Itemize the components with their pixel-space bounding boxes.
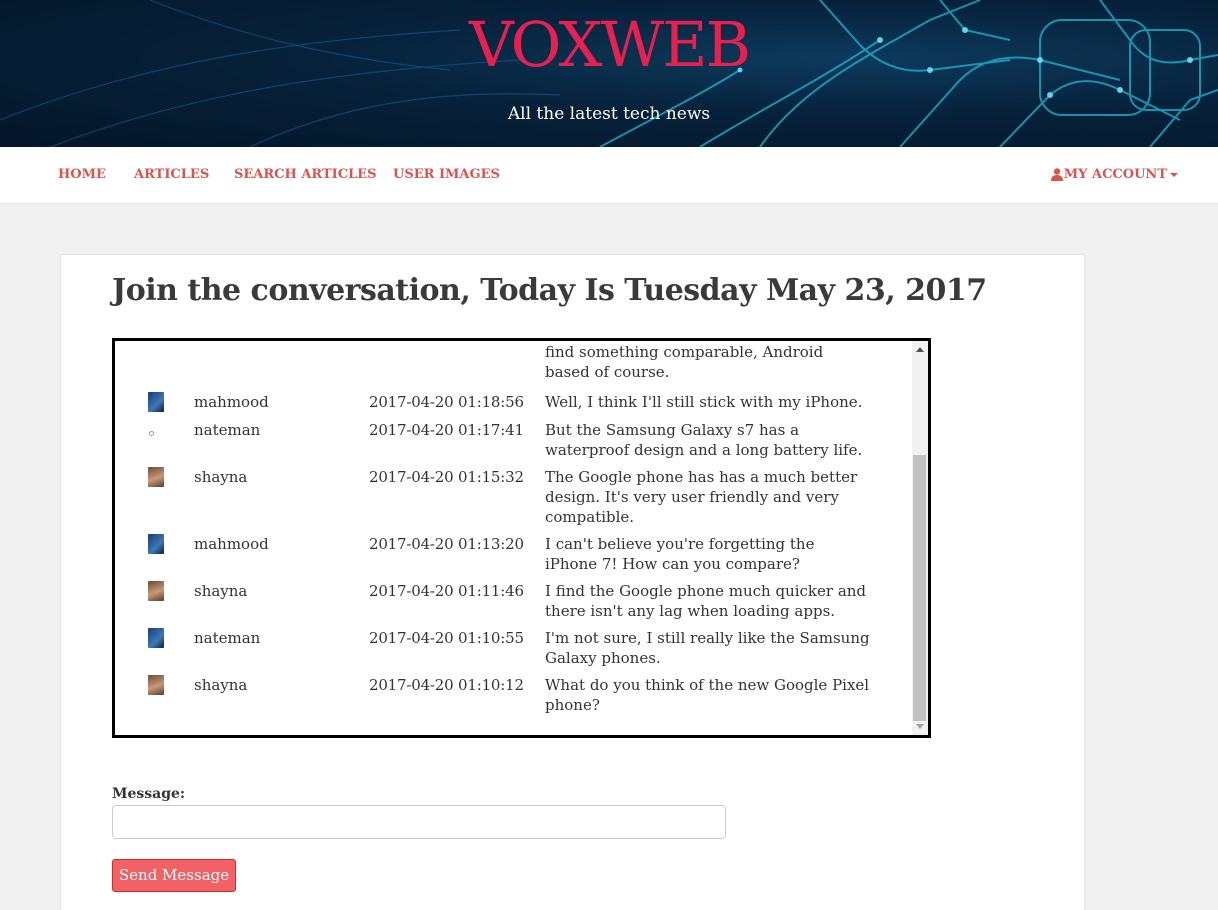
chat-box[interactable]: with the Samsung Galaxy series until I f… — [112, 338, 931, 738]
user-avatar-brown — [148, 675, 164, 695]
chat-row: shayna 2017-04-20 01:10:12 What do you t… — [115, 671, 912, 718]
chat-message-text: But the Samsung Galaxy s7 has a waterpro… — [545, 421, 863, 459]
chat-message-text: I can't believe you're forgetting the iP… — [545, 535, 815, 573]
chat-message-text: I find the Google phone much quicker and… — [545, 582, 867, 620]
message-label: Message: — [112, 786, 186, 802]
chat-row: with the Samsung Galaxy series until I f… — [115, 341, 912, 388]
chat-message-text: I'm not sure, I still really like the Sa… — [545, 629, 870, 667]
chat-username: nateman — [194, 629, 261, 647]
broken-image-icon — [149, 431, 154, 436]
content-panel: Join the conversation, Today Is Tuesday … — [60, 254, 1085, 910]
page-title: Join the conversation, Today Is Tuesday … — [112, 273, 987, 308]
chat-timestamp: 2017-04-20 01:10:55 — [369, 629, 524, 647]
chat-timestamp: 2017-04-20 01:15:32 — [369, 468, 524, 486]
scroll-up-arrow-icon[interactable] — [916, 347, 924, 352]
send-message-button[interactable]: Send Message — [112, 859, 236, 892]
chat-username: shayna — [194, 582, 248, 600]
chat-scrollbar[interactable] — [912, 341, 928, 735]
chat-row: shayna 2017-04-20 01:11:46 I find the Go… — [115, 577, 912, 624]
main-navbar: HOME ARTICLES SEARCH ARTICLES USER IMAGE… — [0, 147, 1218, 204]
nav-search-articles[interactable]: SEARCH ARTICLES — [234, 167, 377, 182]
chat-timestamp: 2017-04-20 01:11:46 — [369, 582, 524, 600]
user-avatar-brown — [148, 467, 164, 487]
chat-row: mahmood 2017-04-20 01:13:20 I can't beli… — [115, 530, 912, 577]
site-tagline: All the latest tech news — [507, 104, 711, 124]
chat-username: shayna — [194, 676, 248, 694]
nav-user-images[interactable]: USER IMAGES — [393, 167, 500, 182]
scroll-down-arrow-icon[interactable] — [916, 724, 924, 729]
chat-message-text: Well, I think I'll still stick with my i… — [545, 393, 863, 411]
chat-username: shayna — [194, 468, 248, 486]
site-logo[interactable]: VOXWEB — [0, 10, 1218, 80]
chevron-down-icon — [1170, 172, 1178, 177]
user-avatar-blue — [148, 628, 164, 648]
chat-timestamp: 2017-04-20 01:18:56 — [369, 393, 524, 411]
chat-timestamp: 2017-04-20 01:10:12 — [369, 676, 524, 694]
chat-username: mahmood — [194, 393, 269, 411]
user-avatar-blue — [148, 534, 164, 554]
chat-message-text: What do you think of the new Google Pixe… — [545, 676, 870, 714]
chat-row: shayna 2017-04-20 01:15:32 The Google ph… — [115, 463, 912, 530]
user-avatar-blue — [148, 392, 164, 412]
nav-articles[interactable]: ARTICLES — [134, 167, 209, 182]
chat-timestamp: 2017-04-20 01:13:20 — [369, 535, 524, 553]
my-account-dropdown[interactable]: MY ACCOUNT — [1050, 167, 1178, 182]
user-icon — [1050, 168, 1063, 181]
site-header: VOXWEB All the latest tech news — [0, 0, 1218, 147]
user-avatar-brown — [148, 581, 164, 601]
chat-row: nateman 2017-04-20 01:10:55 I'm not sure… — [115, 624, 912, 671]
chat-timestamp: 2017-04-20 01:17:41 — [369, 421, 524, 439]
chat-row: mahmood 2017-04-20 01:18:56 Well, I thin… — [115, 388, 912, 416]
nav-home[interactable]: HOME — [58, 167, 106, 182]
chat-row: nateman 2017-04-20 01:17:41 But the Sams… — [115, 416, 912, 463]
chat-username: mahmood — [194, 535, 269, 553]
scrollbar-thumb[interactable] — [913, 455, 926, 721]
my-account-label: MY ACCOUNT — [1063, 167, 1167, 182]
chat-message-text: with the Samsung Galaxy series until I f… — [545, 343, 824, 381]
chat-scroll-area[interactable]: with the Samsung Galaxy series until I f… — [115, 341, 912, 735]
message-input[interactable] — [112, 805, 726, 839]
chat-username: nateman — [194, 421, 261, 439]
chat-message-text: The Google phone has has a much better d… — [545, 468, 858, 526]
